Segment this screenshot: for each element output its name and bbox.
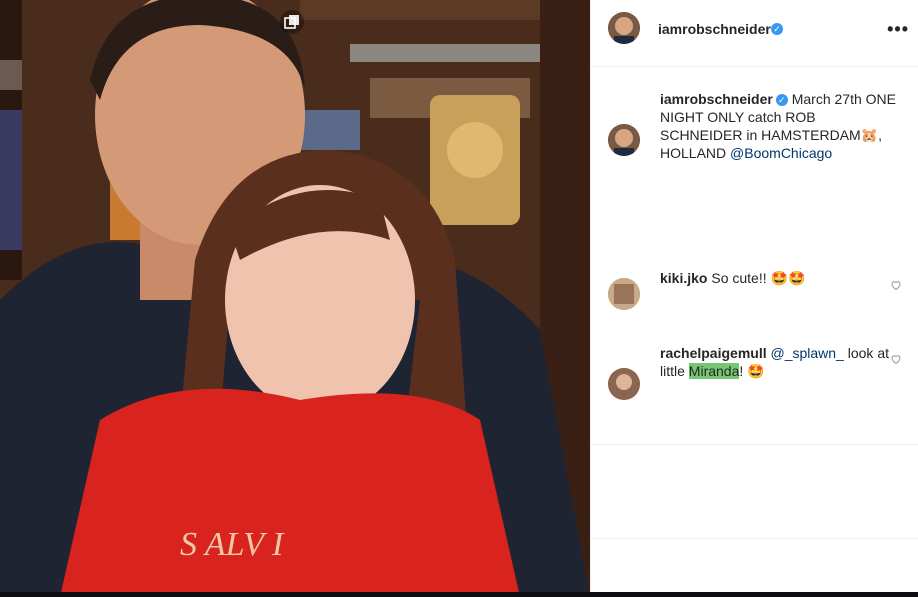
multiple-photos-icon [280, 10, 304, 34]
avatar[interactable] [608, 278, 640, 310]
comment-username[interactable]: kiki.jko [660, 270, 707, 286]
divider [591, 444, 918, 445]
like-heart-icon[interactable] [890, 353, 902, 365]
star-struck-emoji: 🤩🤩 [770, 270, 806, 286]
comment-text-end: ! [739, 363, 748, 379]
post-photo[interactable]: S ALV I [0, 0, 590, 597]
hamster-emoji: 🐹 [860, 127, 879, 143]
post-header: iamrobschneider ✓ ••• [591, 0, 918, 67]
avatar[interactable] [608, 368, 640, 400]
header-username[interactable]: iamrobschneider [658, 21, 771, 37]
like-heart-icon[interactable] [890, 279, 902, 291]
verified-badge-icon: ✓ [771, 23, 783, 35]
post-sidebar: iamrobschneider ✓ ••• iamrobschneider ✓ M… [590, 0, 918, 592]
mention-link[interactable]: @BoomChicago [730, 145, 832, 161]
more-options-icon[interactable]: ••• [887, 19, 909, 40]
star-struck-emoji: 🤩 [747, 363, 765, 379]
divider [591, 538, 918, 539]
caption-username[interactable]: iamrobschneider [660, 91, 773, 107]
avatar[interactable] [608, 12, 640, 44]
bottom-bar [0, 592, 918, 597]
verified-badge-icon: ✓ [775, 94, 788, 107]
avatar[interactable] [608, 124, 640, 156]
svg-text:S ALV I: S ALV I [180, 526, 285, 563]
comment-text: So cute!! [711, 270, 771, 286]
highlighted-word: Miranda [688, 363, 740, 379]
mention-link[interactable]: @_splawn_ [770, 345, 843, 361]
photo-illustration: S ALV I [0, 0, 590, 597]
comment-username[interactable]: rachelpaigemull [660, 345, 767, 361]
